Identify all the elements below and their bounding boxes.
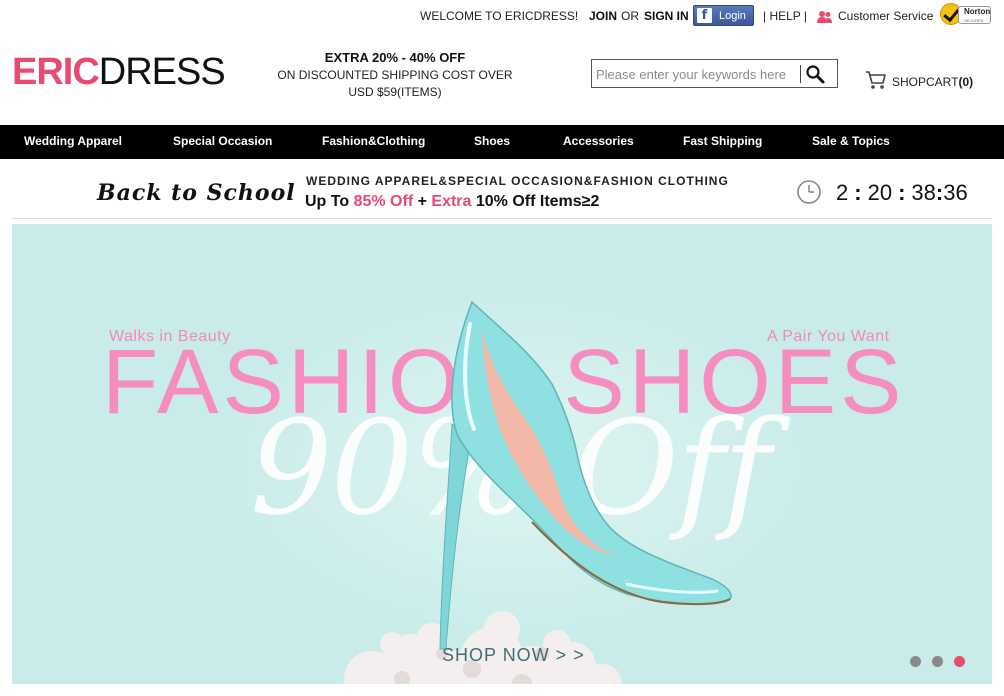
nav-special-occasion[interactable]: Special Occasion [173,134,272,148]
welcome-text: WELCOME TO ERICDRESS! [420,9,579,23]
customer-service-link[interactable]: Customer Service [838,9,933,23]
carousel-dot-active[interactable] [954,656,965,667]
promo-line-1: EXTRA 20% - 40% OFF [324,50,466,65]
back-to-school-strip[interactable]: Back to School WEDDING APPAREL&SPECIAL O… [12,162,992,219]
facebook-login-label: Login [719,10,746,22]
hero-banner[interactable]: Walks in Beauty A Pair You Want FASHION … [12,224,992,684]
countdown-separator: : [854,180,862,205]
main-nav: Wedding Apparel Special Occasion Fashion… [0,125,1004,159]
shopcart-link[interactable]: SHOPCART(0) [892,75,973,89]
join-link[interactable]: JOIN [589,9,617,23]
logo-eric: ERIC [12,51,100,93]
search-divider [800,65,801,83]
facebook-icon: f [697,8,712,23]
logo-dress: DRESS [98,51,226,93]
nav-accessories[interactable]: Accessories [563,134,634,148]
promo-headline: WEDDING APPAREL&SPECIAL OCCASION&FASHION… [306,174,729,188]
customer-service-icon [817,11,832,23]
shipping-promo[interactable]: EXTRA 20% - 40% OFF ON DISCOUNTED SHIPPI… [270,50,520,99]
nav-sale-topics[interactable]: Sale & Topics [812,134,890,148]
help-link[interactable]: | HELP | [763,9,807,23]
back-to-school-title: Back to School [97,180,296,206]
norton-label: Norton SECURED [958,6,991,24]
norton-secured-badge[interactable]: Norton SECURED [940,3,992,27]
or-text: OR [621,9,639,23]
facebook-login-button[interactable]: f Login [693,5,754,26]
shopcart-label: SHOPCART [892,75,959,89]
nav-shoes[interactable]: Shoes [474,134,510,148]
shop-now-button[interactable]: SHOP NOW > > [442,645,585,666]
nav-fast-shipping[interactable]: Fast Shipping [683,134,762,148]
countdown-hours: 20 [867,180,893,205]
clock-icon [797,180,821,204]
carousel-dots [910,656,970,668]
countdown-timer: 2:20:38:36 [836,180,968,206]
search-icon[interactable] [804,63,826,85]
shoe-image [439,300,732,650]
carousel-dot[interactable] [932,656,943,667]
search-box [591,59,838,88]
top-utility-bar: WELCOME TO ERICDRESS! JOIN OR SIGN IN f … [0,0,1004,34]
promo-line-2: ON DISCOUNTED SHIPPING COST OVER [277,68,513,82]
sign-in-link[interactable]: SIGN IN [644,9,689,23]
search-input[interactable] [596,64,800,84]
carousel-dot[interactable] [910,656,921,667]
countdown-separator: : [898,180,906,205]
nav-fashion-clothing[interactable]: Fashion&Clothing [322,134,425,148]
promo-line-3: USD $59(ITEMS) [348,85,442,99]
countdown-seconds: 36 [943,180,968,205]
ericdress-logo[interactable]: ERICDRESS [12,51,226,93]
shopping-cart-icon[interactable] [865,70,887,90]
nav-wedding-apparel[interactable]: Wedding Apparel [24,134,122,148]
countdown-minutes: 38 [911,180,936,205]
cart-count: (0) [958,75,974,89]
countdown-days: 2 [836,180,849,205]
promo-offer: Up To 85% Off + Extra 10% Off Items≥2 [305,193,600,210]
